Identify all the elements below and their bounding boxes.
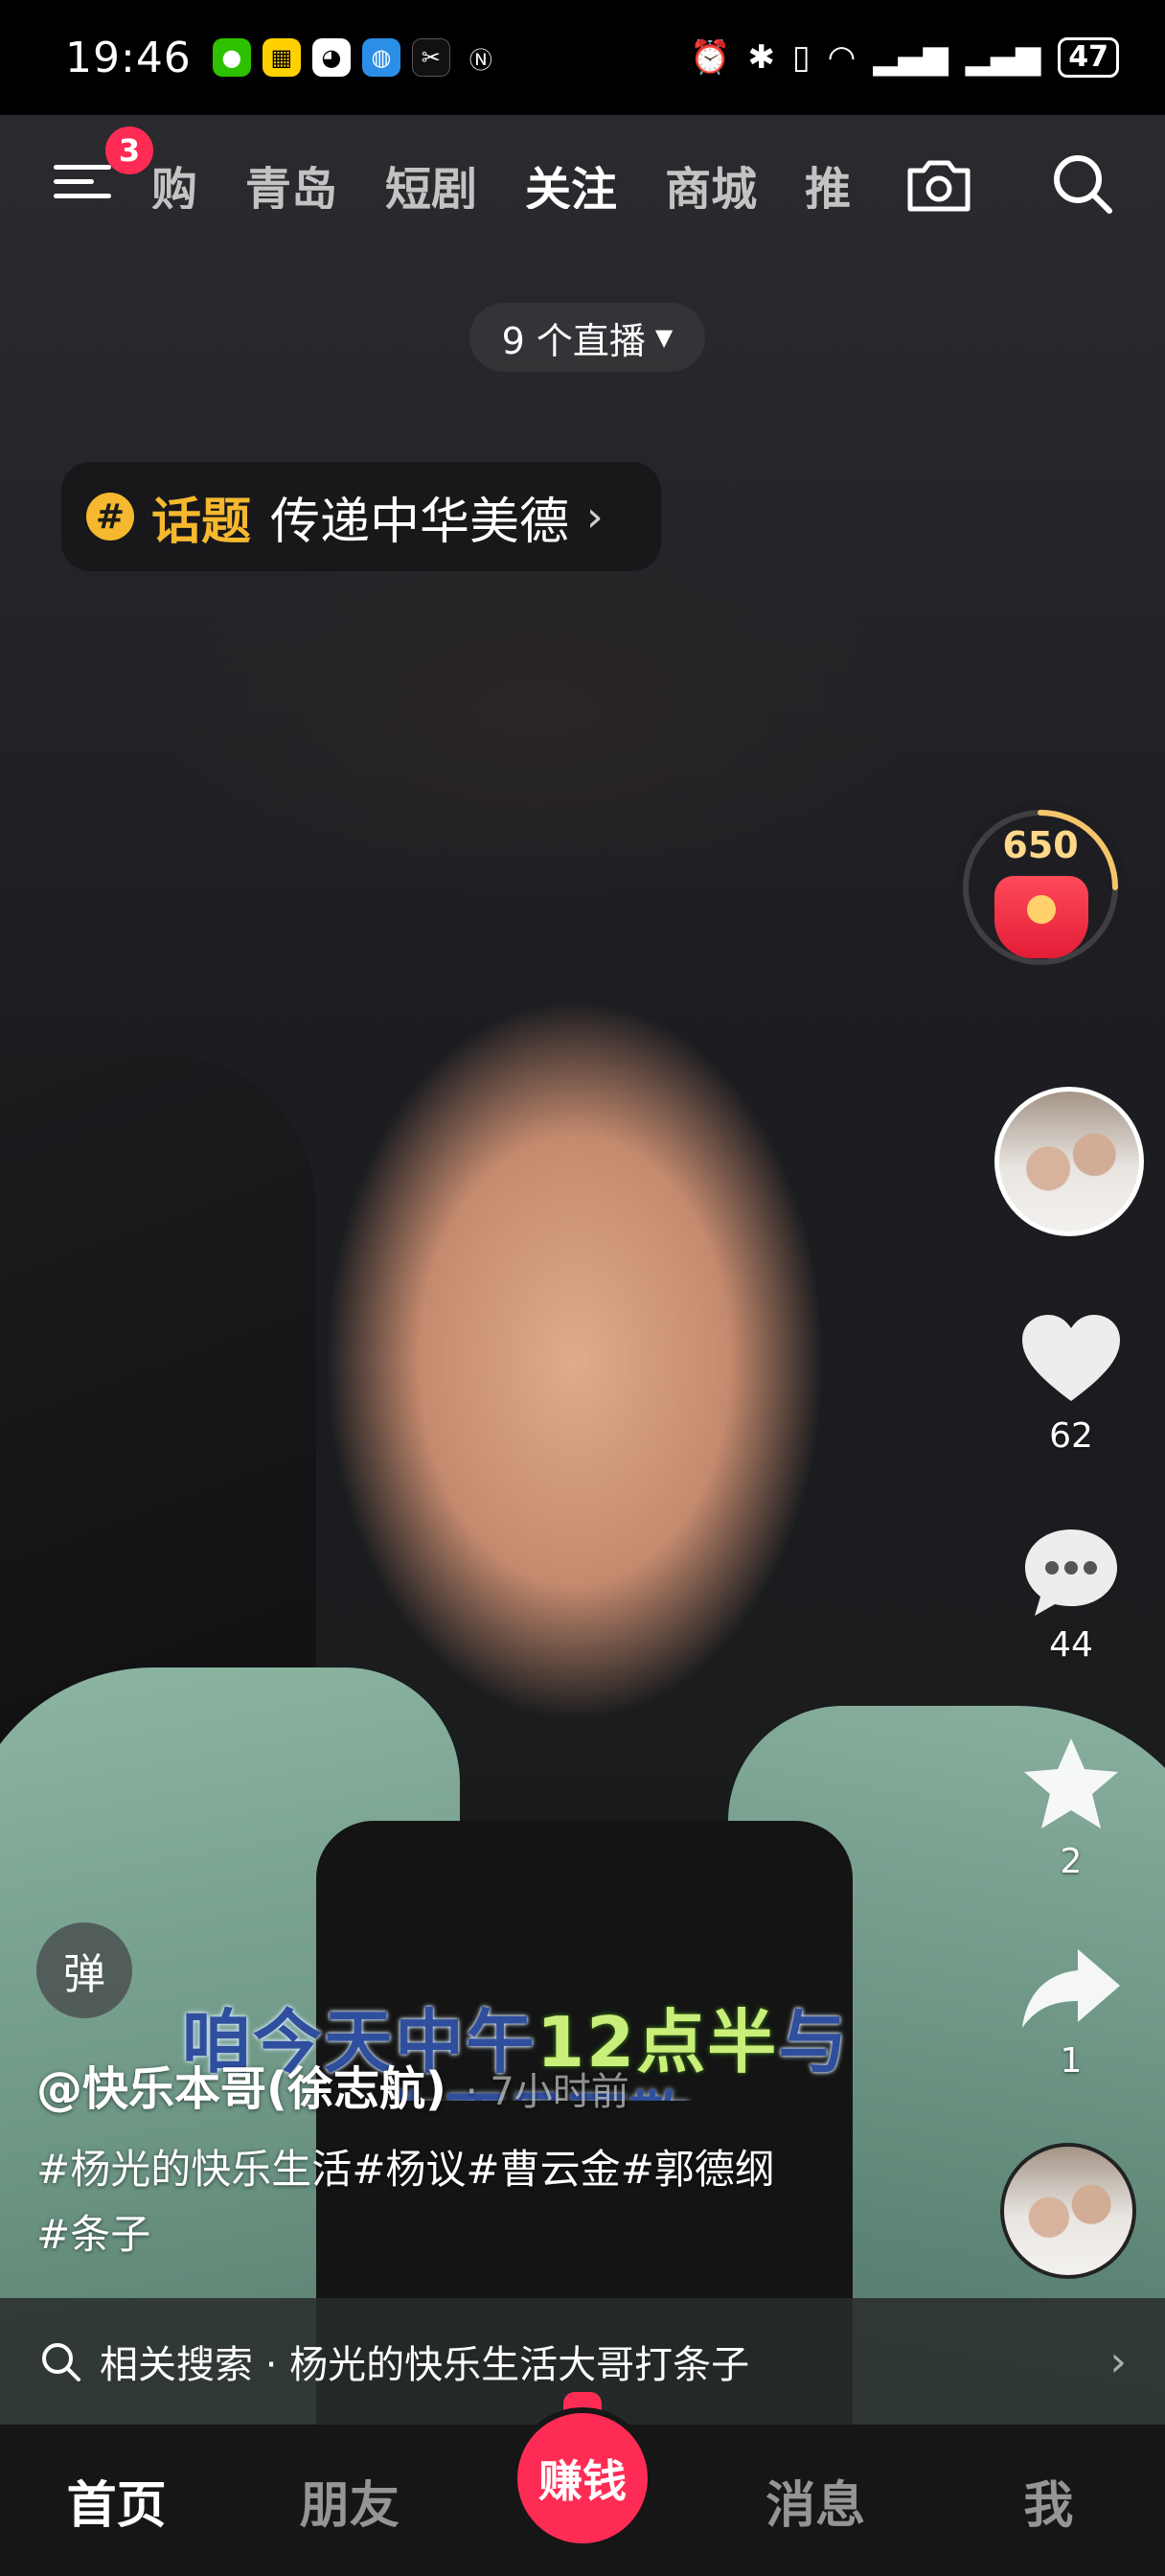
share-icon — [1022, 1949, 1120, 2028]
tab-short-drama[interactable]: 短剧 — [385, 151, 477, 209]
vibrate-icon: ▯ — [791, 38, 811, 77]
like-button[interactable]: 62 — [996, 1313, 1146, 1456]
tab-shopping[interactable]: 购 — [151, 151, 197, 209]
capcut-icon: ✂ — [411, 38, 450, 77]
post-time: · 7小时前 — [465, 2070, 629, 2114]
star-icon — [1024, 1738, 1118, 1828]
topic-label: 话题 — [151, 493, 252, 551]
topic-chip[interactable]: # 话题 传递中华美德 › — [61, 462, 661, 571]
chevron-down-icon: ▼ — [654, 324, 674, 351]
music-disc-avatar[interactable] — [1000, 2143, 1136, 2279]
author-handle[interactable]: @快乐本哥(徐志航) — [36, 2062, 446, 2116]
wifi-icon: ◠ — [827, 38, 857, 77]
favorite-button[interactable]: 2 — [996, 1735, 1146, 1881]
search-button[interactable] — [1044, 146, 1121, 222]
tab-mall[interactable]: 商城 — [665, 151, 757, 209]
nfc-icon: Ⓝ — [468, 46, 492, 74]
comment-button[interactable]: 44 — [996, 1526, 1146, 1665]
live-count-label: 9 个直播 — [501, 319, 646, 362]
chevron-right-icon: › — [1109, 2336, 1127, 2386]
camera-button[interactable] — [901, 146, 977, 222]
search-icon — [42, 2343, 80, 2381]
hashtags-line-2[interactable]: #条子 — [36, 2202, 899, 2267]
status-app-icons: ● ▦ ◕ ◍ ✂ Ⓝ — [212, 38, 500, 77]
danmu-toggle-button[interactable]: 弹 — [36, 1922, 132, 2018]
signal-2-icon: ▂▄▆ — [965, 38, 1041, 77]
subtitle-post: 与 — [778, 2002, 850, 2082]
status-indicators: ⏰ ✱ ▯ ◠ ▂▄▆ ▂▄▆ 47 — [690, 37, 1119, 78]
comment-icon — [1025, 1530, 1117, 1616]
author-name[interactable]: @快乐本哥(徐志航) · 7小时前 — [36, 2051, 629, 2118]
related-search-text: 相关搜索 · 杨光的快乐生活大哥打条子 — [100, 2343, 750, 2387]
bluetooth-icon: ✱ — [747, 38, 775, 77]
tab-following[interactable]: 关注 — [525, 151, 617, 209]
chevron-right-icon: › — [586, 492, 604, 541]
wechat-icon: ● — [212, 38, 251, 77]
tab-qingdao[interactable]: 青岛 — [245, 151, 337, 209]
heart-icon — [1022, 1315, 1120, 1401]
nav-messages[interactable]: 消息 — [699, 2465, 932, 2537]
menu-badge: 3 — [105, 126, 153, 174]
red-packet-count: 650 — [1002, 824, 1079, 866]
live-count-dropdown[interactable]: 9 个直播 ▼ — [469, 303, 705, 372]
tab-recommend[interactable]: 推 — [805, 151, 851, 209]
earn-label: 赚钱 — [538, 2455, 627, 2507]
danmu-label: 弹 — [63, 1950, 105, 1999]
nav-friends[interactable]: 朋友 — [233, 2465, 466, 2537]
qq-icon: ◕ — [311, 38, 351, 77]
red-packet-icon — [994, 876, 1088, 958]
nav-earn-button[interactable]: 赚钱 — [512, 2407, 653, 2549]
camera-icon — [907, 160, 971, 212]
hashtag-list: #杨光的快乐生活#杨议#曹云金#郭德纲 #条子 — [36, 2137, 899, 2267]
alarm-icon: ⏰ — [690, 38, 731, 77]
browser-icon: ◍ — [361, 38, 400, 77]
battery-indicator: 47 — [1058, 37, 1119, 78]
search-icon — [1054, 155, 1112, 214]
comment-count: 44 — [1049, 1625, 1093, 1665]
like-count: 62 — [1049, 1416, 1093, 1456]
red-packet-timer[interactable]: 650 — [954, 801, 1127, 974]
nav-me[interactable]: 我 — [932, 2465, 1165, 2537]
menu-icon — [54, 165, 111, 170]
signal-icon: ▂▄▆ — [873, 38, 948, 77]
nav-home[interactable]: 首页 — [0, 2465, 233, 2537]
favorite-count: 2 — [1060, 1842, 1083, 1881]
menu-button[interactable] — [54, 155, 111, 213]
hashtag-icon: # — [86, 493, 134, 540]
top-tabs: 购 青岛 短剧 关注 商城 推 — [151, 151, 879, 209]
hashtags-line-1[interactable]: #杨光的快乐生活#杨议#曹云金#郭德纲 — [36, 2137, 899, 2202]
author-avatar[interactable] — [994, 1087, 1144, 1236]
meituan-icon: ▦ — [262, 38, 301, 77]
topic-name: 传递中华美德 — [270, 493, 570, 551]
status-bar: 19:46 ● ▦ ◕ ◍ ✂ Ⓝ ⏰ ✱ ▯ ◠ ▂▄▆ ▂▄▆ 47 — [0, 0, 1165, 115]
share-count: 1 — [1060, 2041, 1083, 2081]
share-button[interactable]: 1 — [996, 1944, 1146, 2081]
status-time: 19:46 — [65, 33, 192, 82]
